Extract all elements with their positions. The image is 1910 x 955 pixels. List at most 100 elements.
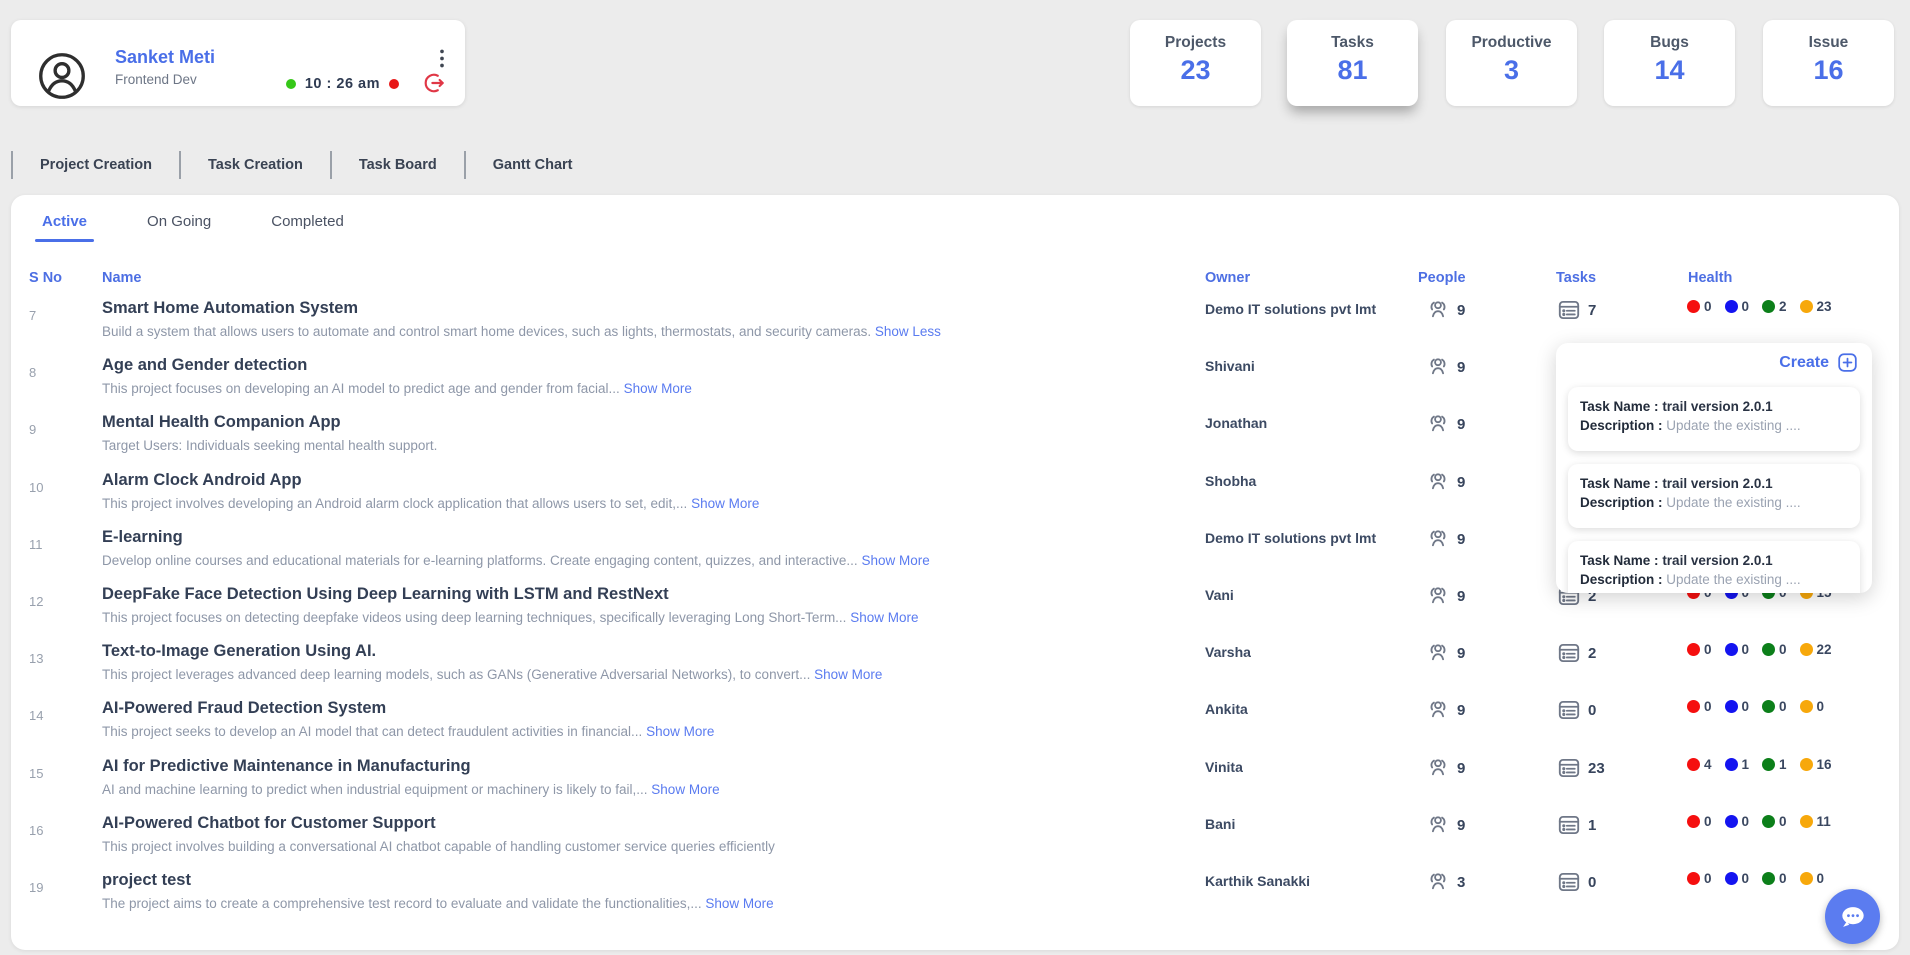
nav-item[interactable]: Task Board bbox=[330, 151, 464, 179]
nav-item[interactable]: Task Creation bbox=[179, 151, 330, 179]
chat-bubble-icon bbox=[1837, 901, 1869, 933]
task-list-icon bbox=[1556, 640, 1582, 666]
stat-card[interactable]: Issue 16 bbox=[1763, 20, 1894, 106]
user-role: Frontend Dev bbox=[115, 72, 197, 87]
owner-cell: Demo IT solutions pvt lmt bbox=[1205, 301, 1376, 317]
stat-card[interactable]: Tasks 81 bbox=[1287, 20, 1418, 106]
project-name-cell: DeepFake Face Detection Using Deep Learn… bbox=[102, 583, 919, 627]
header-health: Health bbox=[1688, 270, 1732, 286]
row-number: 14 bbox=[29, 708, 43, 723]
people-cell[interactable]: 9 bbox=[1425, 469, 1465, 495]
tasks-cell[interactable]: 0 bbox=[1556, 697, 1596, 723]
show-more-link[interactable]: Show More bbox=[624, 381, 692, 396]
task-list-icon bbox=[1556, 869, 1582, 895]
health-dot-icon bbox=[1687, 815, 1700, 828]
tasks-count: 2 bbox=[1588, 645, 1596, 662]
people-cell[interactable]: 9 bbox=[1425, 526, 1465, 552]
health-count: 4 bbox=[1704, 757, 1712, 772]
create-task-button[interactable]: Create bbox=[1779, 352, 1858, 373]
people-cell[interactable]: 9 bbox=[1425, 812, 1465, 838]
table-row: 15 AI for Predictive Maintenance in Manu… bbox=[11, 753, 1899, 810]
plus-icon bbox=[1837, 352, 1858, 373]
stat-value: 3 bbox=[1446, 55, 1577, 86]
people-cell[interactable]: 9 bbox=[1425, 755, 1465, 781]
people-cell[interactable]: 9 bbox=[1425, 697, 1465, 723]
project-title[interactable]: Smart Home Automation System bbox=[102, 297, 941, 319]
nav-item[interactable]: Gantt Chart bbox=[464, 151, 600, 179]
stat-card[interactable]: Projects 23 bbox=[1130, 20, 1261, 106]
project-title[interactable]: E-learning bbox=[102, 526, 930, 548]
health-cell: 0 0 0 0 bbox=[1687, 871, 1824, 886]
people-cell[interactable]: 9 bbox=[1425, 583, 1465, 609]
owner-cell: Bani bbox=[1205, 816, 1235, 832]
task-desc-line: Description : Update the existing .... bbox=[1580, 493, 1848, 512]
show-more-link[interactable]: Show More bbox=[861, 553, 929, 568]
project-title[interactable]: AI-Powered Chatbot for Customer Support bbox=[102, 812, 775, 834]
task-card[interactable]: Task Name : trail version 2.0.1 Descript… bbox=[1568, 387, 1860, 451]
health-dot-icon bbox=[1800, 700, 1813, 713]
logout-icon[interactable] bbox=[421, 70, 447, 96]
tasks-popup: Create Task Name : trail version 2.0.1 D… bbox=[1556, 343, 1872, 593]
health-dot-icon bbox=[1725, 815, 1738, 828]
stat-card[interactable]: Productive 3 bbox=[1446, 20, 1577, 106]
show-more-link[interactable]: Show More bbox=[850, 610, 918, 625]
task-desc-line: Description : Update the existing .... bbox=[1580, 416, 1848, 435]
health-dot-icon bbox=[1800, 758, 1813, 771]
stat-card[interactable]: Bugs 14 bbox=[1604, 20, 1735, 106]
show-more-link[interactable]: Show More bbox=[705, 896, 773, 911]
people-cell[interactable]: 3 bbox=[1425, 869, 1465, 895]
kebab-menu-icon[interactable] bbox=[433, 46, 451, 72]
health-dot-icon bbox=[1687, 758, 1700, 771]
tab[interactable]: Completed bbox=[271, 213, 344, 242]
health-count: 0 bbox=[1742, 299, 1750, 314]
task-card[interactable]: Task Name : trail version 2.0.1 Descript… bbox=[1568, 541, 1860, 593]
tasks-cell[interactable]: 23 bbox=[1556, 755, 1605, 781]
project-title[interactable]: Mental Health Companion App bbox=[102, 411, 437, 433]
people-cell[interactable]: 9 bbox=[1425, 411, 1465, 437]
dashboard-page: Sanket Meti Frontend Dev 10 : 26 am Proj… bbox=[0, 0, 1910, 955]
tasks-cell[interactable]: 7 bbox=[1556, 297, 1596, 323]
show-more-link[interactable]: Show More bbox=[814, 667, 882, 682]
tab[interactable]: On Going bbox=[147, 213, 211, 242]
project-name-cell: Smart Home Automation System Build a sys… bbox=[102, 297, 941, 341]
show-more-link[interactable]: Show More bbox=[651, 782, 719, 797]
tab[interactable]: Active bbox=[42, 213, 87, 242]
project-title[interactable]: DeepFake Face Detection Using Deep Learn… bbox=[102, 583, 919, 605]
task-card[interactable]: Task Name : trail version 2.0.1 Descript… bbox=[1568, 464, 1860, 528]
project-title[interactable]: Age and Gender detection bbox=[102, 354, 692, 376]
show-more-link[interactable]: Show Less bbox=[875, 324, 941, 339]
project-description: Build a system that allows users to auto… bbox=[102, 323, 941, 341]
people-cell[interactable]: 9 bbox=[1425, 640, 1465, 666]
project-title[interactable]: Text-to-Image Generation Using AI. bbox=[102, 640, 882, 662]
project-description: This project leverages advanced deep lea… bbox=[102, 666, 882, 684]
project-name-cell: project test The project aims to create … bbox=[102, 869, 774, 913]
show-more-link[interactable]: Show More bbox=[646, 724, 714, 739]
owner-cell: Demo IT solutions pvt lmt bbox=[1205, 530, 1376, 546]
show-more-link[interactable]: Show More bbox=[691, 496, 759, 511]
health-indicator: 22 bbox=[1800, 642, 1832, 657]
tasks-cell[interactable]: 1 bbox=[1556, 812, 1596, 838]
health-dot-icon bbox=[1762, 643, 1775, 656]
health-count: 0 bbox=[1704, 871, 1712, 886]
project-title[interactable]: project test bbox=[102, 869, 774, 891]
project-description: This project seeks to develop an AI mode… bbox=[102, 723, 714, 741]
health-indicator: 0 bbox=[1687, 642, 1712, 657]
people-cell[interactable]: 9 bbox=[1425, 354, 1465, 380]
project-title[interactable]: Alarm Clock Android App bbox=[102, 469, 759, 491]
row-number: 15 bbox=[29, 766, 43, 781]
chat-fab-button[interactable] bbox=[1825, 889, 1880, 944]
tasks-cell[interactable]: 0 bbox=[1556, 869, 1596, 895]
project-name-cell: Alarm Clock Android App This project inv… bbox=[102, 469, 759, 513]
health-dot-icon bbox=[1725, 643, 1738, 656]
tasks-cell[interactable]: 2 bbox=[1556, 640, 1596, 666]
people-group-icon bbox=[1425, 411, 1451, 437]
people-cell[interactable]: 9 bbox=[1425, 297, 1465, 323]
project-description: This project involves building a convers… bbox=[102, 838, 775, 856]
row-number: 16 bbox=[29, 823, 43, 838]
project-title[interactable]: AI for Predictive Maintenance in Manufac… bbox=[102, 755, 720, 777]
nav-item[interactable]: Project Creation bbox=[11, 151, 179, 179]
create-label: Create bbox=[1779, 354, 1829, 372]
project-title[interactable]: AI-Powered Fraud Detection System bbox=[102, 697, 714, 719]
people-count: 9 bbox=[1457, 416, 1465, 433]
health-indicator: 0 bbox=[1762, 871, 1787, 886]
